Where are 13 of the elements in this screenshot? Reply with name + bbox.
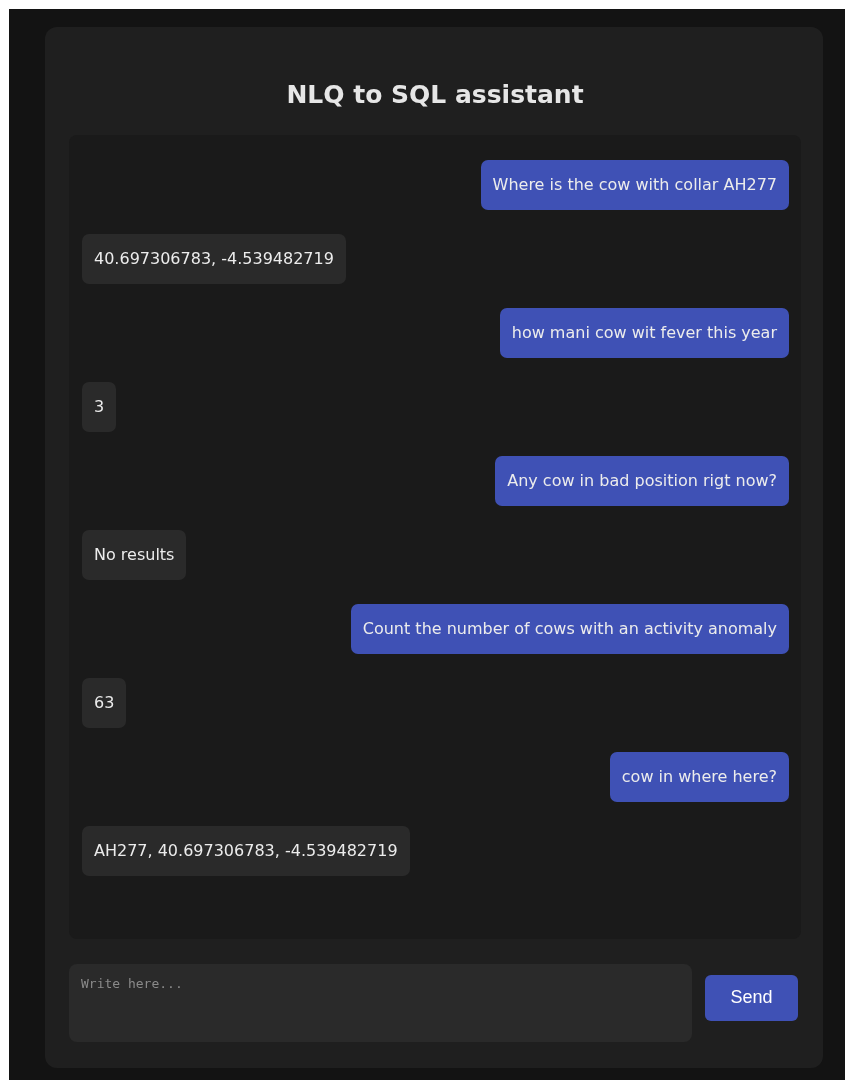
message-input[interactable]: Write here...: [69, 964, 692, 1042]
user-message: cow in where here?: [609, 752, 789, 802]
send-button[interactable]: Send: [705, 974, 798, 1021]
user-message: Where is the cow with collar AH277: [480, 160, 789, 210]
assistant-message: 3: [82, 382, 117, 432]
user-message: Count the number of cows with an activity anomaly: [350, 604, 789, 654]
user-message: Any cow in bad position rigt now?: [495, 456, 789, 506]
assistant-message: 63: [82, 678, 127, 728]
app-title: NLQ to SQL assistant: [285, 79, 585, 111]
user-message: how mani cow wit fever this year: [499, 308, 789, 358]
assistant-message: AH277, 40.697306783, -4.539482719: [82, 826, 410, 876]
assistant-message: No results: [82, 530, 187, 580]
assistant-message: 40.697306783, -4.539482719: [82, 234, 346, 284]
